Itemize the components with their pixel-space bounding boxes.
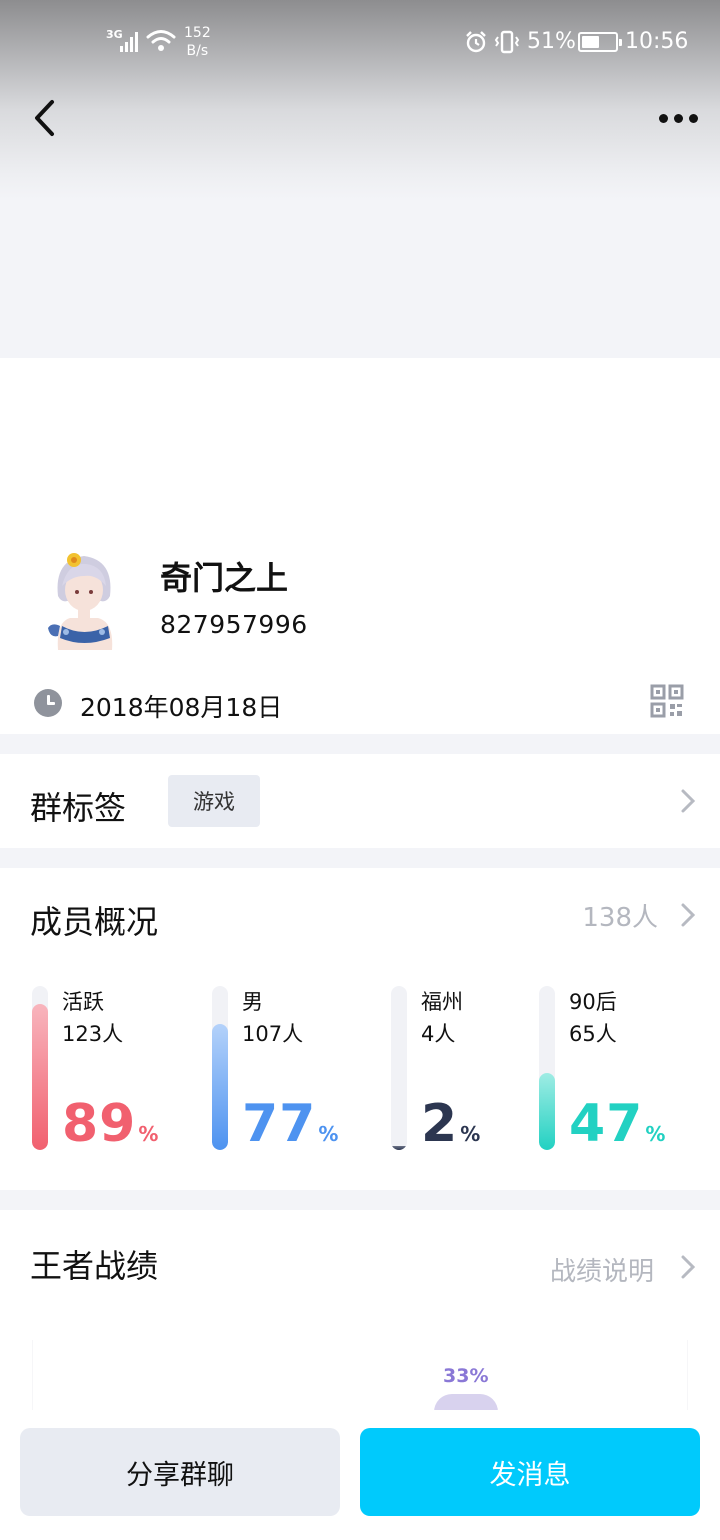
members-title: 成员概况: [30, 903, 159, 941]
chevron-right-icon: [681, 903, 696, 927]
stat-bar-track: [32, 986, 48, 1150]
speed-unit: B/s: [186, 43, 209, 59]
stat-value: 47: [569, 1094, 644, 1154]
stat-percent: 2%: [421, 1094, 481, 1164]
signal-icon: [120, 30, 142, 52]
stat-value: 89: [62, 1094, 137, 1154]
more-dots-icon[interactable]: [650, 100, 706, 136]
wifi-icon: [146, 30, 176, 51]
battery-icon: [578, 32, 622, 52]
stat-male: 男 107人 77%: [212, 986, 372, 1156]
battery-percent: 51%: [527, 29, 576, 54]
alarm-icon: [466, 31, 486, 53]
stat-active: 活跃 123人 89%: [32, 986, 192, 1156]
section-divider: [0, 1190, 720, 1210]
tags-title: 群标签: [30, 789, 127, 827]
share-group-button[interactable]: 分享群聊: [20, 1428, 340, 1516]
back-arrow-icon[interactable]: [22, 92, 68, 144]
qr-code-icon[interactable]: [650, 684, 684, 718]
stat-unit: %: [138, 1122, 160, 1146]
chevron-right-icon: [681, 789, 696, 813]
record-chart-percent: 33%: [443, 1365, 489, 1387]
send-message-button[interactable]: 发消息: [360, 1428, 700, 1516]
stat-count: 107人: [242, 1022, 304, 1046]
stat-bar-fill: [539, 1073, 555, 1150]
stat-label: 男: [242, 990, 263, 1014]
stat-age: 90后 65人 47%: [539, 986, 699, 1156]
chevron-right-icon: [681, 1255, 696, 1279]
clock-time: 10:56: [625, 29, 689, 54]
stat-location: 福州 4人 2%: [391, 986, 551, 1156]
stat-unit: %: [460, 1122, 482, 1146]
record-help-link: 战绩说明: [549, 1257, 654, 1287]
stat-percent: 89%: [62, 1094, 159, 1164]
stat-bar-track: [212, 986, 228, 1150]
status-bar: 3G 152 B/s 51% 10:56: [0, 0, 720, 84]
kings-record-title: 王者战绩: [30, 1247, 159, 1285]
speed-value: 152: [184, 25, 211, 41]
tag-chip: 游戏: [168, 775, 260, 827]
stat-unit: %: [318, 1122, 340, 1146]
section-divider: [0, 734, 720, 754]
stat-bar-fill: [32, 1004, 48, 1150]
stat-bar-fill: [212, 1024, 228, 1150]
stat-value: 2: [421, 1094, 459, 1154]
stat-bar-track: [391, 986, 407, 1150]
group-id: 827957996: [160, 610, 308, 639]
stat-bar-fill: [391, 1146, 407, 1150]
stat-label: 活跃: [62, 990, 104, 1014]
vibrate-icon: [494, 30, 520, 54]
member-count: 138人: [582, 903, 658, 933]
clock-icon: [34, 689, 62, 717]
stat-bar-track: [539, 986, 555, 1150]
stat-label: 福州: [421, 990, 463, 1014]
group-name: 奇门之上: [160, 559, 289, 597]
stat-count: 123人: [62, 1022, 124, 1046]
stat-percent: 47%: [569, 1094, 666, 1164]
created-date: 2018年08月18日: [80, 693, 283, 722]
section-divider: [0, 848, 720, 868]
stat-label: 90后: [569, 990, 617, 1014]
stat-count: 4人: [421, 1022, 456, 1046]
network-speed: 152 B/s: [184, 24, 211, 60]
group-avatar[interactable]: [36, 538, 132, 654]
stat-unit: %: [645, 1122, 667, 1146]
stat-percent: 77%: [242, 1094, 339, 1164]
stat-count: 65人: [569, 1022, 617, 1046]
stat-value: 77: [242, 1094, 317, 1154]
